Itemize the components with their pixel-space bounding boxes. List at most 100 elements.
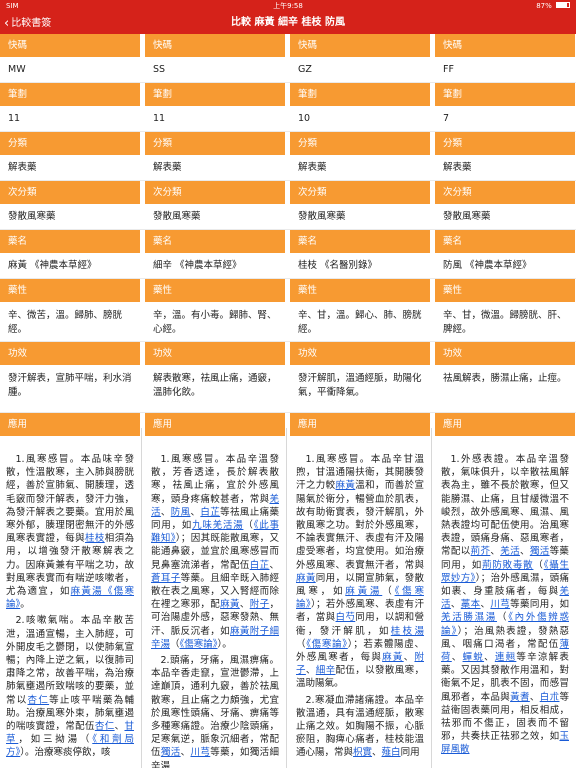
usage-text: 、	[451, 652, 463, 664]
usage-text: （	[296, 638, 307, 650]
usage-text: ）；治風熱表證，發熱惡風、咽痛口渴者，常配伍	[441, 625, 569, 650]
herb-link[interactable]: 蒼耳子	[151, 573, 181, 584]
header-cell: 藥名	[435, 230, 576, 254]
usage-text: 、	[239, 599, 250, 611]
usage-text: 、	[529, 691, 540, 703]
usage-paragraph: 1.風寒感冒。本品辛溫發散，芳香透達，長於解表散寒，祛風止痛，宜於外感風寒，頭身…	[151, 453, 279, 651]
value-cell: 發汗解表，宣肺平喘，利水消腫。	[0, 366, 141, 412]
usage-paragraph: 2.頭痛，牙痛，風濕痹痛。本品辛香走竄，宣泄鬱滯，上達巔頂，通利九竅，善於祛風散…	[151, 654, 279, 768]
header-cell: 功效	[0, 342, 141, 366]
formula-link[interactable]: 桂枝湯	[391, 626, 424, 637]
value-cell: 麻黃 《神農本草經》	[0, 254, 141, 278]
value-row-category: 解表藥 解表藥 解表藥 解表藥	[0, 156, 576, 181]
value-cell: FF	[435, 58, 576, 82]
value-cell: SS	[145, 58, 286, 82]
value-cell: GZ	[290, 58, 431, 82]
herb-link[interactable]: 白芷	[200, 507, 220, 518]
herb-link[interactable]: 麻黃	[296, 573, 316, 584]
usage-text: 等藥同用，如	[510, 599, 569, 611]
herb-link[interactable]: 細辛	[316, 665, 336, 676]
usage-text: 同用	[400, 747, 420, 759]
header-cell: 功效	[435, 342, 576, 366]
herb-link[interactable]: 荊芥	[471, 546, 491, 557]
value-cell: 7	[435, 107, 576, 131]
header-cell: 藥名	[0, 230, 141, 254]
header-cell: 次分類	[0, 181, 141, 205]
header-row-strokes: 筆劃 筆劃 筆劃 筆劃	[0, 83, 576, 107]
formula-link[interactable]: 荊防敗毒散	[482, 560, 533, 571]
herb-link[interactable]: 川芎	[191, 747, 211, 758]
usage-cell: 1.風寒感冒。本品辛甘溫煦，甘溫通陽扶衛，其開腠發汗之力較麻黃溫和，而善於宣陽氣…	[290, 437, 431, 768]
herb-link[interactable]: 羌活	[500, 546, 520, 557]
usage-cell: 1.風寒感冒。本品辛溫發散，芳香透達，長於解表散寒，祛風止痛，宜於外感風寒，頭身…	[145, 437, 286, 768]
header-cell: 藥性	[290, 279, 431, 303]
value-cell: 發散風寒藥	[290, 205, 431, 229]
herb-link[interactable]: 連翹	[495, 652, 517, 663]
usage-cell: 1.風寒感冒。本品味辛發散，性溫散寒，主入肺與膀胱經，善於宣肺氣、開腠理，透毛竅…	[0, 437, 141, 768]
herb-link[interactable]: 黃耆	[510, 692, 530, 703]
usage-text: 、	[305, 665, 316, 677]
formula-link[interactable]: 麻黃湯	[71, 586, 103, 597]
value-row-code: MW SS GZ FF	[0, 58, 576, 83]
usage-text: ）。	[217, 638, 232, 650]
herb-link[interactable]: 獨活	[530, 546, 550, 557]
herb-link[interactable]: 麻黃	[336, 480, 356, 491]
header-cell: 快碼	[145, 34, 286, 58]
herb-link[interactable]: 麻黃	[220, 599, 240, 610]
usage-text: 2.頭痛，牙痛，風濕痹痛。本品辛香走竄，宣泄鬱滯，上達巔頂，通利九竅，善於祛風散…	[151, 655, 279, 759]
herb-link[interactable]: 附子	[250, 599, 270, 610]
herb-link[interactable]: 白朮	[540, 692, 560, 703]
herb-link[interactable]: 防風	[171, 507, 191, 518]
battery-icon	[556, 2, 570, 8]
herb-link[interactable]: 白芍	[336, 612, 356, 623]
header-cell: 應用	[435, 413, 576, 437]
header-cell: 分類	[0, 132, 141, 156]
usage-paragraph: 2.寒凝血滯諸痛證。本品辛散溫通，具有溫通經脈，散寒止痛之效。如胸陽不振，心脈瘀…	[296, 694, 424, 760]
formula-link[interactable]: 羌活勝濕湯	[441, 612, 497, 623]
herb-link[interactable]: 白芷	[250, 560, 270, 571]
value-cell: 細辛 《神農本草經》	[145, 254, 286, 278]
usage-text: （	[497, 612, 509, 624]
value-cell: 解表散寒，祛風止痛，通竅，溫肺化飲。	[145, 366, 286, 412]
value-cell: 辛，溫。有小毒。歸肺、腎、心經。	[145, 303, 286, 341]
battery-percent: 87%	[536, 2, 552, 10]
value-cell: 辛、微苦，溫。歸肺、膀胱經。	[0, 303, 141, 341]
usage-text: 、	[372, 747, 382, 759]
header-cell: 功效	[290, 342, 431, 366]
source-link[interactable]: 《傷寒論》	[180, 639, 218, 650]
header-cell: 次分類	[435, 181, 576, 205]
herb-link[interactable]: 獨活	[161, 747, 181, 758]
usage-text: （	[243, 520, 254, 532]
usage-text: 2.咳嗽氣喘。本品辛散苦泄，溫通宣暢，主入肺經，可外開皮毛之鬱閉，以使肺氣宣暢；…	[6, 615, 134, 706]
herb-link[interactable]: 藁本	[461, 599, 481, 610]
herb-link[interactable]: 杏仁	[28, 695, 50, 706]
header-cell: 筆劃	[435, 83, 576, 107]
usage-text: 1.外感表證。本品辛溫發散，氣味俱升，以辛散祛風解表為主，雖不長於散寒，但又能勝…	[441, 454, 569, 558]
column-divider	[286, 428, 287, 768]
herb-link[interactable]: 麻黃	[382, 652, 404, 663]
header-cell: 次分類	[145, 181, 286, 205]
header-cell: 筆劃	[0, 83, 141, 107]
herb-link[interactable]: 桂枝	[85, 533, 105, 544]
herb-link[interactable]: 薤白	[382, 747, 401, 758]
navigation-bar: ‹ 比較書簽 比較 麻黃 細辛 桂枝 防風	[0, 12, 576, 34]
usage-text: 溫和，而善於宣陽氣於衛分，暢營血於肌表，故有助衛實表，發汗解肌，外散風寒之功。對…	[296, 480, 424, 571]
value-cell: 11	[0, 107, 141, 131]
header-row-nature: 藥性 藥性 藥性 藥性	[0, 279, 576, 303]
formula-link[interactable]: 九味羌活湯	[192, 520, 243, 531]
herb-link[interactable]: 杏仁	[95, 721, 115, 732]
usage-paragraph: 1.風寒感冒。本品味辛發散，性溫散寒，主入肺與膀胱經，善於宣肺氣、開腠理，透毛竅…	[6, 453, 134, 611]
value-cell: 桂枝 《名醫別錄》	[290, 254, 431, 278]
herb-link[interactable]: 蟬蛻	[463, 652, 485, 663]
herb-link[interactable]: 川芎	[490, 599, 510, 610]
herb-link[interactable]: 枳實	[353, 747, 372, 758]
source-link[interactable]: 《傷寒論》	[306, 639, 348, 650]
usage-text: 、	[490, 546, 501, 558]
value-row-effect: 發汗解表，宣肺平喘，利水消腫。 解表散寒，祛風止痛，通竅，溫肺化飲。 發汗解肌，…	[0, 366, 576, 413]
formula-link[interactable]: 麻黃湯	[345, 586, 382, 597]
usage-text: 、	[450, 599, 461, 611]
header-cell: 筆劃	[145, 83, 286, 107]
header-cell: 筆劃	[290, 83, 431, 107]
comparison-table: 快碼 快碼 快碼 快碼 MW SS GZ FF 筆劃 筆劃 筆劃 筆劃 11 1…	[0, 34, 576, 768]
value-row-subcategory: 發散風寒藥 發散風寒藥 發散風寒藥 發散風寒藥	[0, 205, 576, 230]
